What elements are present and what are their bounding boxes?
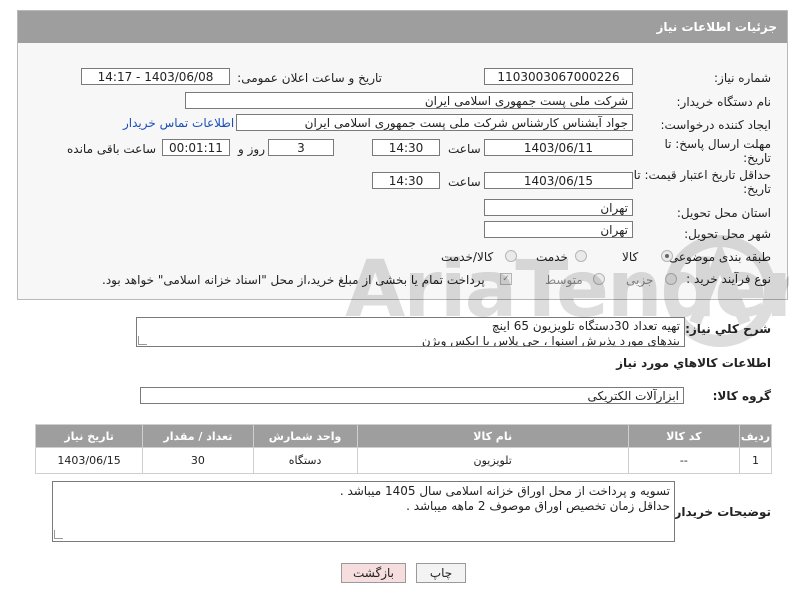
goods-table: ردیف کد کالا نام کالا واحد شمارش تعداد /… (34, 424, 772, 474)
validity-label-line1: حداقل تاریخ اعتبار قیمت: تا (633, 168, 771, 182)
remaining-time-field: 00:01:11 (162, 139, 230, 156)
col-name: نام کالا (356, 424, 629, 448)
description-textarea[interactable]: تهیه تعداد 30دستگاه تلویزیون 65 اینچ بند… (136, 317, 685, 347)
process-label: نوع فرآیند خرید : (686, 272, 771, 286)
buyer-notes-textarea[interactable]: تسویه و پرداخت از محل اوراق خزانه اسلامی… (52, 481, 675, 542)
deadline-date-field: 1403/06/11 (484, 139, 633, 156)
resize-handle-icon (138, 336, 147, 345)
validity-label-line2: تاریخ: (743, 182, 771, 196)
city-label: شهر محل تحویل: (684, 227, 771, 241)
buyer-notes-label: توضیحات خریدار: (669, 505, 771, 519)
province-field: تهران (484, 199, 633, 216)
col-need-date: تاریخ نیاز (34, 424, 144, 448)
need-number-field: 1103003067000226 (484, 68, 633, 85)
col-quantity: تعداد / مقدار (142, 424, 254, 448)
validity-time-field: 14:30 (372, 172, 440, 189)
print-button[interactable]: چاپ (416, 563, 466, 583)
table-row: 1 -- تلویزیون دستگاه 30 1403/06/15 (34, 447, 772, 474)
process-radio-medium[interactable] (593, 273, 605, 285)
buyer-field: شرکت ملی پست جمهوری اسلامی ایران (185, 92, 633, 109)
category-radio-goods[interactable] (661, 250, 673, 262)
category-option-service: خدمت (536, 250, 568, 264)
description-label: شرح کلي نياز: (685, 322, 771, 336)
announce-field: 1403/06/08 - 14:17 (81, 68, 230, 85)
goods-table-header: ردیف کد کالا نام کالا واحد شمارش تعداد /… (34, 424, 772, 448)
back-button[interactable]: بازگشت (341, 563, 406, 583)
days-label: روز و (238, 142, 265, 156)
notes-resize-handle-icon (54, 530, 63, 539)
goods-section-title: اطلاعات کالاهاي مورد نياز (616, 356, 771, 370)
goods-group-label: گروه کالا: (712, 389, 771, 403)
treasury-payment-checkbox[interactable]: ✓ (500, 273, 512, 285)
category-label: طبقه بندی موضوعی: (664, 250, 771, 264)
cell-row: 1 (739, 447, 772, 474)
requester-field: جواد آبشناس کارشناس شرکت ملی پست جمهوری … (236, 114, 633, 131)
col-code: کد کالا (627, 424, 741, 448)
need-number-label: شماره نیاز: (714, 71, 771, 85)
category-option-goods: کالا (622, 250, 639, 264)
deadline-time-field: 14:30 (372, 139, 440, 156)
requester-label: ایجاد کننده درخواست: (660, 118, 771, 132)
cell-need-date: 1403/06/15 (34, 447, 144, 474)
panel-title: جزئیات اطلاعات نیاز (656, 20, 777, 34)
deadline-time-label: ساعت (448, 142, 481, 156)
panel-header: جزئیات اطلاعات نیاز (18, 11, 787, 43)
cell-code: -- (627, 447, 741, 474)
deadline-label-line1: مهلت ارسال پاسخ: تا (664, 137, 771, 151)
validity-date-field: 1403/06/15 (484, 172, 633, 189)
category-radio-service[interactable] (575, 250, 587, 262)
remaining-days-field: 3 (268, 139, 334, 156)
category-radio-goods-service[interactable] (505, 250, 517, 262)
buyer-contact-link[interactable]: اطلاعات تماس خریدار (123, 116, 234, 130)
remaining-label: ساعت باقی مانده (67, 142, 157, 156)
process-option-minor: جزیی (626, 273, 654, 287)
validity-time-label: ساعت (448, 175, 481, 189)
city-field: تهران (484, 221, 633, 238)
process-option-medium: متوسط (545, 273, 583, 287)
cell-unit: دستگاه (252, 447, 358, 474)
province-label: استان محل تحویل: (676, 206, 771, 220)
buyer-label: نام دستگاه خریدار: (676, 95, 772, 109)
col-row: ردیف (739, 424, 772, 448)
category-option-goods-service: کالا/خدمت (441, 250, 494, 264)
cell-name: تلویزیون (356, 447, 629, 474)
process-radio-minor[interactable] (665, 273, 677, 285)
treasury-payment-note: پرداخت تمام یا بخشی از مبلغ خرید،از محل … (102, 273, 485, 287)
goods-group-field: ابزارآلات الکتریکی (140, 387, 684, 404)
deadline-label-line2: تاریخ: (743, 151, 771, 165)
cell-quantity: 30 (142, 447, 254, 474)
announce-label: تاریخ و ساعت اعلان عمومی: (237, 71, 382, 85)
col-unit: واحد شمارش (252, 424, 358, 448)
